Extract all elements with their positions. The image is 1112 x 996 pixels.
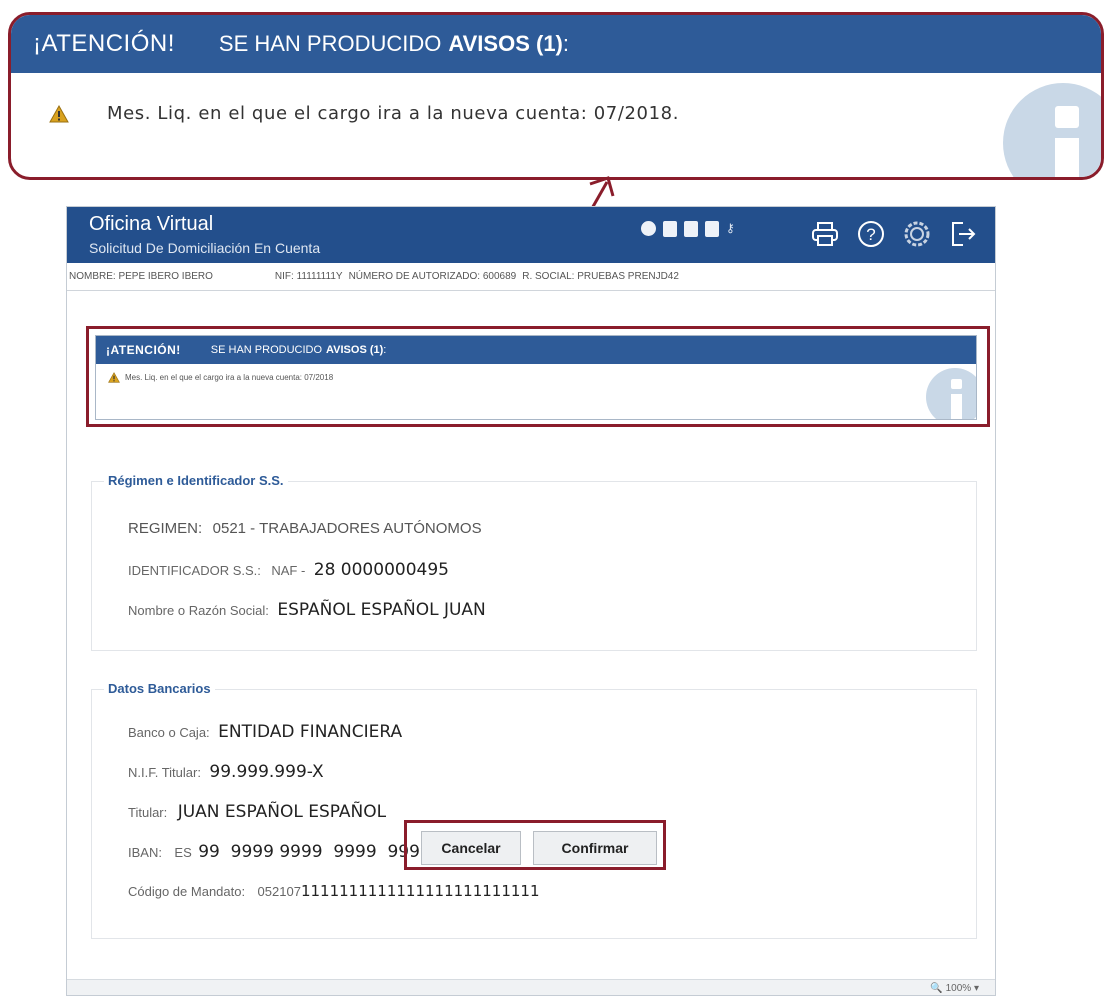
callout-message-row: Mes. Liq. en el que el cargo ira a la nu… — [11, 103, 1101, 124]
datos-bancarios-fieldset: Datos Bancarios Banco o Caja: ENTIDAD FI… — [91, 681, 977, 939]
warning-produced-text: SE HAN PRODUCIDO — [210, 344, 323, 356]
iban-label: IBAN: — [128, 845, 162, 860]
confirm-button[interactable]: Confirmar — [533, 831, 657, 865]
warning-panel: ¡ATENCIÓN! SE HAN PRODUCIDO AVISOS (1): M… — [95, 335, 977, 420]
titular-value: JUAN ESPAÑOL ESPAÑOL — [177, 802, 387, 822]
razon-social-row: Nombre o Razón Social: ESPAÑOL ESPAÑOL J… — [128, 600, 486, 620]
mandato-label: Código de Mandato: — [128, 884, 246, 899]
warning-panel-header: ¡ATENCIÓN! SE HAN PRODUCIDO AVISOS (1): — [96, 336, 976, 364]
print-icon[interactable] — [809, 218, 841, 250]
regimen-value: 0521 - TRABAJADORES AUTÓNOMOS — [212, 520, 482, 537]
warning-message: Mes. Liq. en el que el cargo ira a la nu… — [125, 373, 334, 382]
logout-icon[interactable] — [947, 218, 979, 250]
banco-value: ENTIDAD FINANCIERA — [218, 722, 403, 742]
razon-social-label: Nombre o Razón Social: — [128, 603, 269, 618]
warning-triangle-icon — [108, 372, 120, 383]
app-header: Oficina Virtual Solicitud De Domiciliaci… — [67, 207, 995, 263]
callout-message: Mes. Liq. en el que el cargo ira a la nu… — [107, 103, 680, 124]
warning-notices-count: AVISOS (1) — [326, 344, 384, 356]
info-icon — [926, 368, 976, 419]
warning-message-row: Mes. Liq. en el que el cargo ira a la nu… — [96, 372, 976, 383]
user-info-bar: NOMBRE: PEPE IBERO IBERO NIF: 11111111Y … — [67, 263, 995, 291]
status-bar: 🔍 100% ▾ — [67, 979, 995, 995]
callout-notice-text: SE HAN PRODUCIDO AVISOS (1): — [219, 31, 569, 57]
user-name: NOMBRE: PEPE IBERO IBERO — [69, 271, 213, 282]
bookmark-icon[interactable] — [684, 221, 698, 237]
mandato-row: Código de Mandato: 052107111111111111111… — [128, 882, 540, 901]
regimen-fieldset: Régimen e Identificador S.S. REGIMEN: 05… — [91, 473, 977, 651]
razon-social-value: ESPAÑOL ESPAÑOL JUAN — [277, 600, 486, 620]
nif-titular-label: N.I.F. Titular: — [128, 765, 201, 780]
callout-attention-text: ¡ATENCIÓN! — [33, 30, 175, 57]
document-search-icon[interactable] — [663, 221, 677, 237]
warning-triangle-icon — [49, 104, 69, 122]
identificador-value: 28 0000000495 — [313, 560, 449, 580]
titular-row: Titular: JUAN ESPAÑOL ESPAÑOL — [128, 802, 386, 822]
user-nif: NIF: 11111111Y — [274, 271, 343, 282]
identificador-row: IDENTIFICADOR S.S.: NAF - 28 0000000495 — [128, 560, 449, 580]
nif-titular-value: 99.999.999-X — [209, 762, 324, 782]
regimen-row: REGIMEN: 0521 - TRABAJADORES AUTÓNOMOS — [128, 520, 482, 538]
help-icon[interactable]: ? — [855, 218, 887, 250]
regimen-legend: Régimen e Identificador S.S. — [104, 473, 288, 488]
identificador-label: IDENTIFICADOR S.S.: — [128, 563, 261, 578]
mandato-prefix: 052107 — [257, 884, 301, 899]
callout-colon: : — [562, 31, 570, 56]
authorized-number: NÚMERO DE AUTORIZADO: 600689 — [348, 271, 517, 282]
iban-prefix: ES — [174, 845, 192, 860]
cancel-button[interactable]: Cancelar — [421, 831, 521, 865]
page-subtitle: Solicitud De Domiciliación En Cuenta — [89, 240, 321, 256]
identificador-prefix: NAF - — [271, 563, 306, 578]
regimen-label: REGIMEN: — [128, 520, 203, 537]
nif-titular-row: N.I.F. Titular: 99.999.999-X — [128, 762, 324, 782]
settings-icon[interactable] — [901, 218, 933, 250]
warning-notice-text: SE HAN PRODUCIDO AVISOS (1): — [211, 344, 387, 356]
zoomed-warning-callout: ¡ATENCIÓN! SE HAN PRODUCIDO AVISOS (1): M… — [8, 12, 1104, 180]
mandato-value: 1111111111111111111111111 — [300, 882, 540, 900]
warning-attention-text: ¡ATENCIÓN! — [106, 343, 181, 357]
banco-row: Banco o Caja: ENTIDAD FINANCIERA — [128, 722, 402, 742]
info-icon — [1003, 83, 1101, 177]
main-content: ¡ATENCIÓN! SE HAN PRODUCIDO AVISOS (1): M… — [67, 291, 995, 956]
callout-produced-text: SE HAN PRODUCIDO — [218, 31, 442, 56]
app-window: Oficina Virtual Solicitud De Domiciliaci… — [66, 206, 996, 996]
toolbar-action-icons: ? — [809, 218, 979, 250]
zoom-level: 100% — [945, 983, 972, 994]
social-reason: R. SOCIAL: PRUEBAS PRENJD42 — [522, 271, 679, 282]
svg-text:?: ? — [866, 225, 875, 244]
titular-label: Titular: — [128, 805, 168, 820]
callout-notices-count: AVISOS (1) — [448, 31, 563, 56]
document-edit-icon[interactable] — [705, 221, 719, 237]
globe-icon[interactable] — [641, 221, 656, 236]
callout-header: ¡ATENCIÓN! SE HAN PRODUCIDO AVISOS (1): — [11, 15, 1101, 73]
banco-label: Banco o Caja: — [128, 725, 210, 740]
toolbar-small-icons: ⚷ — [641, 221, 735, 237]
datos-bancarios-legend: Datos Bancarios — [104, 681, 215, 696]
zoom-control[interactable]: 🔍 100% ▾ — [930, 983, 979, 994]
warning-colon: : — [383, 344, 387, 356]
app-title: Oficina Virtual — [89, 213, 214, 235]
key-icon[interactable]: ⚷ — [726, 221, 735, 237]
